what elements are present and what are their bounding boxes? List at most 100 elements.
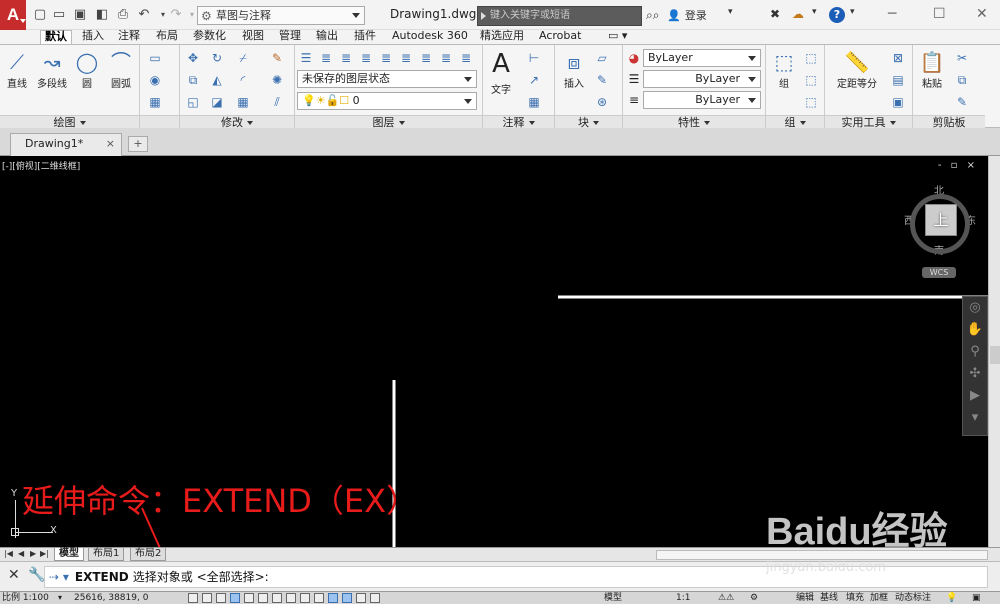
next-layout-icon[interactable]: ▶ bbox=[30, 549, 36, 558]
measure-tool[interactable]: 📏 定距等分 bbox=[831, 49, 883, 90]
panel-block-title[interactable]: 块 bbox=[555, 115, 622, 129]
ribbon-minimize-icon[interactable]: ▭ ▾ bbox=[604, 30, 631, 44]
tab-layout1[interactable]: 布局1 bbox=[88, 548, 125, 561]
maximize-button[interactable]: ☐ bbox=[933, 6, 946, 22]
panel-layer-title[interactable]: 图层 bbox=[295, 115, 482, 129]
copy-clip-icon[interactable]: ⧉ bbox=[953, 71, 971, 89]
tab-output[interactable]: 输出 bbox=[312, 30, 342, 44]
snap-icon[interactable] bbox=[188, 593, 198, 603]
annotation-scale[interactable]: 比例 1:100 bbox=[2, 592, 49, 604]
tab-home[interactable]: 默认 bbox=[40, 30, 72, 45]
status-frame-button[interactable]: 加框 bbox=[870, 592, 888, 604]
model-space-button[interactable]: 模型 bbox=[604, 592, 622, 604]
paste-tool[interactable]: 📋 粘贴 bbox=[917, 49, 947, 90]
prev-layout-icon[interactable]: ◀ bbox=[18, 549, 24, 558]
layer-icon[interactable]: ≣ bbox=[337, 49, 355, 67]
close-button[interactable]: ✕ bbox=[976, 6, 988, 22]
count-icon[interactable]: ▣ bbox=[889, 93, 907, 111]
tab-manage[interactable]: 管理 bbox=[275, 30, 305, 44]
help-icon[interactable]: ? bbox=[829, 7, 845, 23]
zoom-icon[interactable]: ⚲ bbox=[963, 341, 987, 363]
table-icon[interactable]: ▦ bbox=[525, 93, 543, 111]
line-tool[interactable]: ⟋ 直线 bbox=[4, 49, 30, 90]
lineweight-toggle-icon[interactable] bbox=[314, 593, 324, 603]
otrack-icon[interactable] bbox=[272, 593, 282, 603]
cut-icon[interactable]: ✂ bbox=[953, 49, 971, 67]
move-icon[interactable]: ✥ bbox=[184, 49, 202, 67]
ducs-icon[interactable] bbox=[286, 593, 296, 603]
save-icon[interactable]: ▣ bbox=[72, 7, 88, 23]
fillet-icon[interactable]: ◜ bbox=[234, 71, 252, 89]
panel-annotation-title[interactable]: 注释 bbox=[483, 115, 554, 129]
layer-icon[interactable]: ≣ bbox=[417, 49, 435, 67]
array-icon[interactable]: ▦ bbox=[234, 93, 252, 111]
layer-icon[interactable]: ≣ bbox=[317, 49, 335, 67]
explode-icon[interactable]: ✺ bbox=[268, 71, 286, 89]
edit-block-icon[interactable]: ✎ bbox=[593, 71, 611, 89]
layer-icon[interactable]: ≣ bbox=[397, 49, 415, 67]
application-menu-button[interactable]: A bbox=[0, 0, 26, 30]
command-input[interactable]: ⇢ ▾ EXTEND 选择对象或 <全部选择>: bbox=[44, 566, 988, 588]
leader-icon[interactable]: ↗ bbox=[525, 71, 543, 89]
sign-in-button[interactable]: 👤 登录 bbox=[667, 7, 707, 23]
osnap-3d-icon[interactable] bbox=[244, 593, 254, 603]
polyline-tool[interactable]: ↝ 多段线 bbox=[34, 49, 70, 90]
lightbulb-icon[interactable]: 💡 bbox=[946, 592, 957, 604]
undo-icon[interactable]: ↶ bbox=[136, 7, 152, 23]
rectangle-icon[interactable]: ▭ bbox=[146, 49, 164, 67]
osnap-icon[interactable] bbox=[258, 593, 268, 603]
create-block-icon[interactable]: ▱ bbox=[593, 49, 611, 67]
group-tool[interactable]: ⬚ 组 bbox=[770, 49, 798, 90]
tab-plugins[interactable]: 插件 bbox=[350, 30, 380, 44]
new-icon[interactable]: ▢ bbox=[32, 7, 48, 23]
tab-acrobat[interactable]: Acrobat bbox=[535, 30, 585, 44]
status-edit-button[interactable]: 编辑 bbox=[796, 592, 814, 604]
autodesk-360-icon[interactable]: ☁ bbox=[792, 7, 804, 21]
lineweight-select[interactable]: ByLayer bbox=[643, 91, 761, 109]
scale-icon[interactable]: ◪ bbox=[208, 93, 226, 111]
tab-annotate[interactable]: 注释 bbox=[114, 30, 144, 44]
arc-tool[interactable]: ⌒ 圆弧 bbox=[106, 49, 136, 90]
tab-layout[interactable]: 布局 bbox=[152, 30, 182, 44]
file-tab[interactable]: Drawing1* × bbox=[10, 133, 122, 156]
insert-tool[interactable]: ⧈ 插入 bbox=[559, 49, 589, 90]
viewcube-top-face[interactable]: 上 bbox=[925, 204, 957, 236]
exchange-icon[interactable]: ✖ bbox=[770, 7, 780, 21]
chevron-down-icon[interactable]: ▾ bbox=[58, 592, 62, 604]
panel-group-title[interactable]: 组 bbox=[766, 115, 824, 129]
close-icon[interactable]: ✕ bbox=[8, 567, 20, 583]
showmotion-icon[interactable]: ▶ bbox=[963, 385, 987, 407]
panel-utilities-title[interactable]: 实用工具 bbox=[825, 115, 912, 129]
viewcube[interactable]: 北 西 东 南 上 WCS bbox=[904, 182, 976, 278]
stretch-icon[interactable]: ◱ bbox=[184, 93, 202, 111]
layer-properties-icon[interactable]: ☰ bbox=[297, 49, 315, 67]
chevron-down-icon[interactable]: ▾ bbox=[812, 7, 817, 17]
ungroup-icon[interactable]: ⬚ bbox=[802, 49, 820, 67]
annotation-monitor-icon[interactable] bbox=[370, 593, 380, 603]
close-icon[interactable]: × bbox=[106, 134, 115, 154]
status-fill-button[interactable]: 填充 bbox=[846, 592, 864, 604]
group-edit-icon[interactable]: ⬚ bbox=[802, 71, 820, 89]
navbar-menu-icon[interactable]: ▾ bbox=[963, 407, 987, 429]
orbit-icon[interactable]: ✣ bbox=[963, 363, 987, 385]
panel-properties-title[interactable]: 特性 bbox=[623, 115, 765, 129]
ortho-icon[interactable] bbox=[216, 593, 226, 603]
drawing-canvas[interactable]: [-][俯视][二维线框] - ▫ × 北 西 东 南 上 WCS ◎ ✋ ⚲ … bbox=[0, 156, 988, 547]
fullscreen-icon[interactable]: ▣ bbox=[972, 592, 981, 604]
tab-autodesk-360[interactable]: Autodesk 360 bbox=[388, 30, 472, 44]
polar-icon[interactable] bbox=[230, 593, 240, 603]
minimize-button[interactable]: ─ bbox=[888, 6, 896, 22]
status-baseline-button[interactable]: 基线 bbox=[820, 592, 838, 604]
attribute-icon[interactable]: ⊛ bbox=[593, 93, 611, 111]
group-select-icon[interactable]: ⬚ bbox=[802, 93, 820, 111]
wrench-icon[interactable]: 🔧 bbox=[28, 567, 45, 583]
search-input[interactable]: 键入关键字或短语 bbox=[477, 6, 642, 26]
layer-icon[interactable]: ≣ bbox=[437, 49, 455, 67]
wcs-menu[interactable]: WCS bbox=[922, 267, 956, 278]
dimension-icon[interactable]: ⊢ bbox=[525, 49, 543, 67]
circle-tool[interactable]: ◯ 圆 bbox=[74, 49, 100, 90]
trim-icon[interactable]: ⌿ bbox=[234, 49, 252, 67]
binoculars-icon[interactable]: ⌕⌕ bbox=[646, 8, 659, 23]
tab-model[interactable]: 模型 bbox=[54, 548, 84, 561]
annotation-scale-ratio[interactable]: 1:1 bbox=[676, 592, 690, 604]
